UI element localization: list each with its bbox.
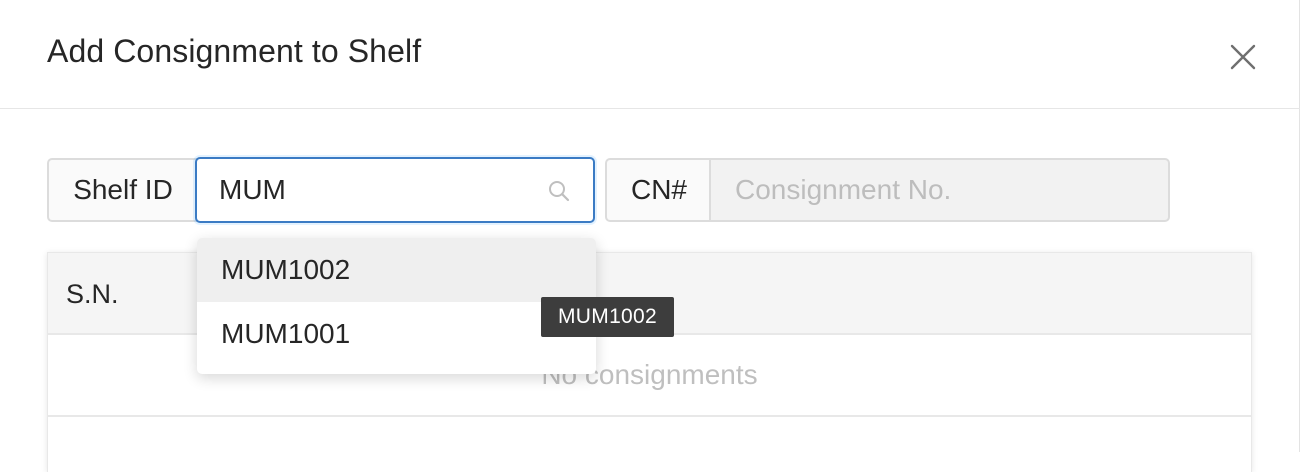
close-icon [1226, 40, 1260, 74]
shelf-id-label: Shelf ID [47, 158, 197, 222]
modal-header: Add Consignment to Shelf [0, 0, 1300, 109]
close-button[interactable] [1226, 40, 1260, 74]
dropdown-option[interactable]: MUM1002 [197, 238, 596, 302]
search-icon [547, 179, 571, 203]
shelf-id-input[interactable] [219, 159, 539, 221]
dropdown-option[interactable]: MUM1001 [197, 302, 596, 366]
cn-label: CN# [605, 158, 711, 222]
column-header-sn: S.N. [66, 279, 119, 309]
modal-title: Add Consignment to Shelf [47, 33, 422, 69]
modal: Add Consignment to Shelf Shelf ID CN# S.… [0, 0, 1300, 472]
shelf-id-search-box[interactable] [195, 157, 595, 223]
option-tooltip: MUM1002 [541, 297, 674, 337]
shelf-id-dropdown: MUM1002 MUM1001 [197, 238, 596, 374]
consignment-number-input[interactable] [709, 158, 1170, 222]
